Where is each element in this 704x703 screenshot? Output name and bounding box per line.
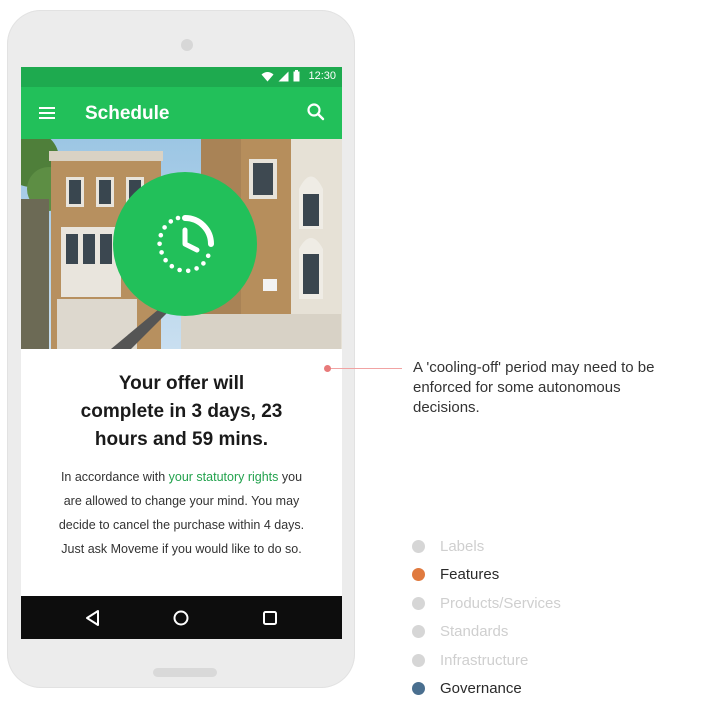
- hero-image: [21, 139, 342, 349]
- back-icon[interactable]: [83, 608, 103, 628]
- timer-badge: [113, 172, 257, 316]
- timer-icon: [113, 172, 257, 316]
- headline-line: Your offer will: [21, 370, 342, 398]
- legend-item: Standards: [412, 618, 561, 647]
- android-nav-bar: [21, 596, 342, 639]
- status-time: 12:30: [308, 70, 336, 82]
- legend: Labels Features Products/Services Standards…: [412, 532, 561, 703]
- body-text: are allowed to change your mind. You may: [21, 489, 342, 513]
- statutory-rights-link[interactable]: your statutory rights: [169, 470, 279, 484]
- phone-screen: 12:30 Schedule: [21, 67, 342, 639]
- status-bar: 12:30: [21, 67, 342, 87]
- camera-dot: [181, 39, 193, 51]
- legend-item: Governance: [412, 675, 561, 703]
- body-text: decide to cancel the purchase within 4 d…: [21, 513, 342, 537]
- search-icon[interactable]: [306, 102, 326, 122]
- legend-label: Infrastructure: [440, 652, 528, 669]
- headline-line: hours and 59 mins.: [21, 426, 342, 454]
- annotation-line: A 'cooling-off' period may need to be: [413, 358, 654, 378]
- legend-dot: [412, 568, 425, 581]
- recents-icon[interactable]: [260, 608, 280, 628]
- headline-line: complete in 3 days, 23: [21, 398, 342, 426]
- legend-dot: [412, 625, 425, 638]
- callout-dot: [324, 365, 331, 372]
- menu-icon[interactable]: [38, 104, 56, 122]
- legend-item: Labels: [412, 532, 561, 561]
- battery-icon: [293, 70, 300, 82]
- legend-dot: [412, 682, 425, 695]
- legend-dot: [412, 597, 425, 610]
- body-text: you: [278, 470, 302, 484]
- body-text: In accordance with: [61, 470, 169, 484]
- legend-item: Infrastructure: [412, 646, 561, 675]
- signal-icon: [278, 71, 289, 82]
- legend-dot: [412, 540, 425, 553]
- callout-connector: [327, 368, 402, 369]
- wifi-icon: [261, 71, 274, 82]
- home-icon[interactable]: [171, 608, 191, 628]
- app-title: Schedule: [85, 103, 169, 125]
- annotation-text: A 'cooling-off' period may need to be en…: [413, 358, 654, 418]
- legend-label: Products/Services: [440, 595, 561, 612]
- offer-headline: Your offer will complete in 3 days, 23 h…: [21, 370, 342, 454]
- annotation-line: decisions.: [413, 398, 654, 418]
- annotation-line: enforced for some autonomous: [413, 378, 654, 398]
- body-text: Just ask Moveme if you would like to do …: [21, 537, 342, 561]
- legend-item: Features: [412, 561, 561, 590]
- legend-label: Features: [440, 566, 499, 583]
- offer-body: In accordance with your statutory rights…: [21, 465, 342, 561]
- app-bar: Schedule: [21, 87, 342, 139]
- home-indicator: [153, 668, 217, 677]
- legend-dot: [412, 654, 425, 667]
- legend-label: Governance: [440, 680, 522, 697]
- legend-label: Labels: [440, 538, 484, 555]
- legend-label: Standards: [440, 623, 508, 640]
- legend-item: Products/Services: [412, 589, 561, 618]
